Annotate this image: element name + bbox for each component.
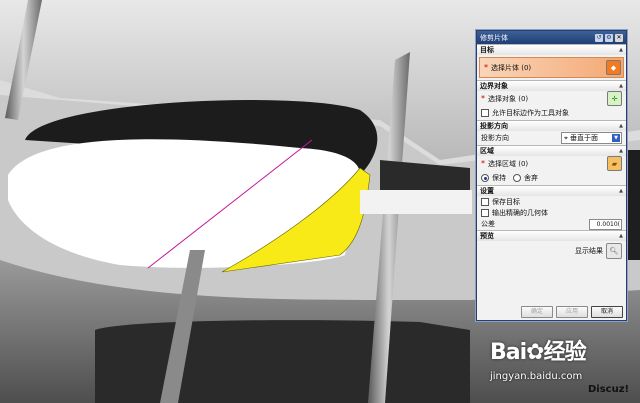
- section-header-region[interactable]: 区域 ▲: [477, 146, 626, 156]
- required-icon: *: [481, 93, 485, 103]
- save-target-row[interactable]: 保存目标: [477, 196, 626, 207]
- section-header-settings[interactable]: 设置 ▲: [477, 186, 626, 196]
- chevron-down-icon[interactable]: ▼: [612, 134, 620, 142]
- gear-icon[interactable]: ⚙: [605, 33, 613, 42]
- normal-to-face-icon: ⌖: [564, 133, 568, 142]
- watermark-url: jingyan.baidu.com: [490, 371, 583, 382]
- select-region-label: 选择区域 (0): [488, 159, 529, 168]
- required-icon: *: [481, 158, 485, 168]
- required-icon: *: [484, 62, 488, 72]
- collapse-icon: ▲: [619, 47, 623, 53]
- save-target-checkbox[interactable]: [481, 197, 489, 206]
- baidu-logo: Bai✿经验: [490, 334, 587, 366]
- show-result-row: 显示结果 🔍︎: [477, 241, 626, 261]
- select-sheet-row[interactable]: * 选择片体 (0) ◆: [479, 57, 624, 78]
- section-target: 目标 ▲ * 选择片体 (0) ◆: [477, 44, 626, 78]
- allow-tool-row[interactable]: 允许目标边作为工具对象: [477, 106, 626, 120]
- bottom-pocket: [95, 320, 470, 403]
- tolerance-input[interactable]: 0.0010(: [589, 218, 622, 230]
- section-title-settings: 设置: [480, 187, 494, 195]
- output-exact-row[interactable]: 输出精确的几何体: [477, 207, 626, 218]
- trim-sheet-dialog: 修剪片体 ↺ ⚙ ✕ 目标 ▲ * 选择片体 (0) ◆ 边界对象 ▲ * 选择…: [476, 30, 627, 321]
- section-header-projection[interactable]: 投影方向 ▲: [477, 121, 626, 131]
- reset-icon[interactable]: ↺: [595, 33, 603, 42]
- dialog-footer: 确定 应用 取消: [477, 306, 626, 318]
- baidu-logo-cn: 经验: [543, 340, 587, 365]
- section-title-preview: 预览: [480, 232, 494, 240]
- select-object-label: 选择对象 (0): [488, 94, 529, 103]
- baidu-logo-text: Bai: [490, 340, 527, 365]
- save-target-label: 保存目标: [492, 197, 520, 206]
- tolerance-row: 公差 0.0010(: [477, 218, 626, 230]
- cancel-button[interactable]: 取消: [591, 306, 623, 318]
- projection-select[interactable]: ⌖ 垂直于面 ▼: [561, 132, 622, 144]
- collapse-icon: ▲: [619, 148, 623, 154]
- ok-button[interactable]: 确定: [521, 306, 553, 318]
- section-header-boundary[interactable]: 边界对象 ▲: [477, 81, 626, 91]
- output-exact-checkbox[interactable]: [481, 208, 489, 217]
- section-title-projection: 投影方向: [480, 122, 508, 130]
- crosshair-icon[interactable]: ✛: [607, 91, 622, 106]
- section-preview: 预览 ▲ 显示结果 🔍︎: [477, 230, 626, 261]
- section-settings: 设置 ▲ 保存目标 输出精确的几何体 公差 0.0010(: [477, 185, 626, 230]
- dialog-title: 修剪片体: [480, 33, 508, 42]
- keep-radio[interactable]: [481, 174, 489, 182]
- discuz-logo: Discuz!: [588, 384, 630, 395]
- collapse-icon: ▲: [619, 188, 623, 194]
- allow-tool-label: 允许目标边作为工具对象: [492, 109, 569, 117]
- allow-tool-checkbox[interactable]: [481, 109, 489, 117]
- paw-icon: ✿: [526, 340, 544, 365]
- keep-label: 保持: [492, 174, 506, 182]
- discard-label: 舍弃: [524, 174, 538, 182]
- section-title-target: 目标: [480, 46, 494, 54]
- section-header-preview[interactable]: 预览 ▲: [477, 231, 626, 241]
- section-boundary: 边界对象 ▲ * 选择对象 (0) ✛ 允许目标边作为工具对象: [477, 80, 626, 120]
- show-result-label: 显示结果: [575, 247, 603, 255]
- sheet-body-icon[interactable]: ◆: [606, 60, 621, 75]
- section-header-target[interactable]: 目标 ▲: [477, 45, 626, 55]
- select-region-row[interactable]: * 选择区域 (0) ▰: [477, 156, 626, 171]
- apply-button[interactable]: 应用: [556, 306, 588, 318]
- collapse-icon: ▲: [619, 83, 623, 89]
- select-sheet-label: 选择片体 (0): [491, 63, 532, 72]
- projection-row: 投影方向 ⌖ 垂直于面 ▼: [477, 131, 626, 145]
- projection-value: 垂直于面: [569, 134, 598, 142]
- select-object-row[interactable]: * 选择对象 (0) ✛: [477, 91, 626, 106]
- section-projection: 投影方向 ▲ 投影方向 ⌖ 垂直于面 ▼: [477, 120, 626, 145]
- section-region: 区域 ▲ * 选择区域 (0) ▰ 保持 舍弃: [477, 145, 626, 185]
- output-exact-label: 输出精确的几何体: [492, 208, 548, 217]
- section-title-region: 区域: [480, 147, 494, 155]
- collapse-icon: ▲: [619, 233, 623, 239]
- dialog-titlebar[interactable]: 修剪片体 ↺ ⚙ ✕: [477, 31, 626, 44]
- section-title-boundary: 边界对象: [480, 82, 508, 90]
- discard-radio[interactable]: [513, 174, 521, 182]
- projection-label: 投影方向: [481, 134, 509, 142]
- region-select-icon[interactable]: ▰: [607, 156, 622, 171]
- right-light-face: [360, 190, 472, 214]
- collapse-icon: ▲: [619, 123, 623, 129]
- magnifier-icon[interactable]: 🔍︎: [606, 243, 622, 259]
- watermark: Bai✿经验 jingyan.baidu.com Discuz!: [490, 332, 638, 402]
- keep-discard-row: 保持 舍弃: [477, 171, 626, 185]
- tolerance-label: 公差: [481, 220, 495, 228]
- close-icon[interactable]: ✕: [615, 33, 623, 42]
